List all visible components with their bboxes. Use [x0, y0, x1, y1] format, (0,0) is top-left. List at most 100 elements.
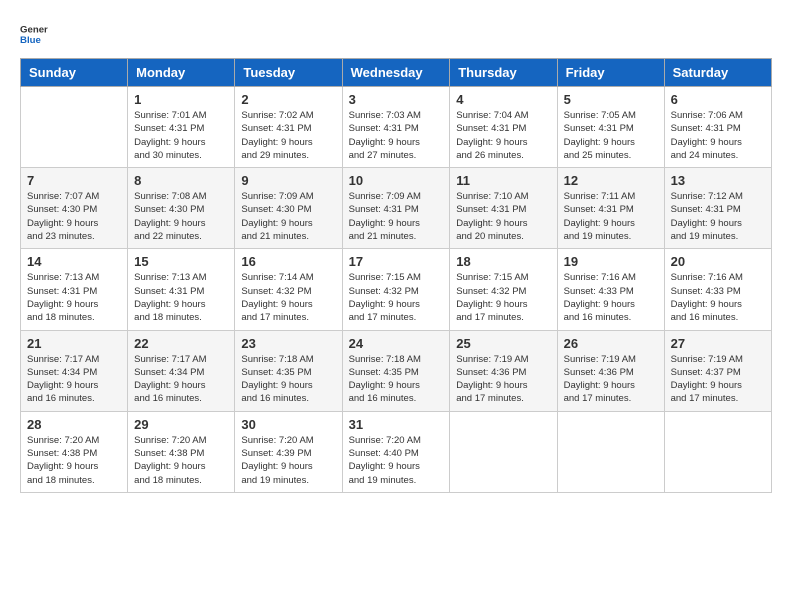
- day-info: Sunrise: 7:16 AM Sunset: 4:33 PM Dayligh…: [671, 271, 765, 324]
- calendar-week-1: 1Sunrise: 7:01 AM Sunset: 4:31 PM Daylig…: [21, 87, 772, 168]
- calendar-cell: [21, 87, 128, 168]
- day-number: 9: [241, 173, 335, 188]
- day-number: 30: [241, 417, 335, 432]
- svg-text:Blue: Blue: [20, 35, 41, 46]
- weekday-header-thursday: Thursday: [450, 59, 557, 87]
- calendar-cell: 31 Sunrise: 7:20 AM Sunset: 4:40 PM Dayli…: [342, 411, 450, 492]
- calendar-cell: 15 Sunrise: 7:13 AM Sunset: 4:31 PM Dayli…: [128, 249, 235, 330]
- day-number: 3: [349, 92, 444, 107]
- day-info: Sunrise: 7:20 AM Sunset: 4:38 PM Dayligh…: [27, 434, 121, 487]
- calendar-cell: [450, 411, 557, 492]
- page-header: GeneralBlue: [20, 20, 772, 48]
- day-info: Sunrise: 7:07 AM Sunset: 4:30 PM Dayligh…: [27, 190, 121, 243]
- weekday-header-friday: Friday: [557, 59, 664, 87]
- day-info: Sunrise: 7:02 AM Sunset: 4:31 PM Dayligh…: [241, 109, 335, 162]
- day-info: Sunrise: 7:08 AM Sunset: 4:30 PM Dayligh…: [134, 190, 228, 243]
- day-info: Sunrise: 7:17 AM Sunset: 4:34 PM Dayligh…: [27, 353, 121, 406]
- calendar-cell: 10 Sunrise: 7:09 AM Sunset: 4:31 PM Dayli…: [342, 168, 450, 249]
- calendar-cell: 2 Sunrise: 7:02 AM Sunset: 4:31 PM Daylig…: [235, 87, 342, 168]
- calendar-cell: 12 Sunrise: 7:11 AM Sunset: 4:31 PM Dayli…: [557, 168, 664, 249]
- calendar-cell: 24Sunrise: 7:18 AM Sunset: 4:35 PM Dayli…: [342, 330, 450, 411]
- day-info: Sunrise: 7:18 AM Sunset: 4:35 PM Dayligh…: [349, 353, 444, 406]
- day-number: 21: [27, 336, 121, 351]
- day-number: 13: [671, 173, 765, 188]
- calendar-cell: 29 Sunrise: 7:20 AM Sunset: 4:38 PM Dayli…: [128, 411, 235, 492]
- day-info: Sunrise: 7:20 AM Sunset: 4:40 PM Dayligh…: [349, 434, 444, 487]
- weekday-header-saturday: Saturday: [664, 59, 771, 87]
- day-number: 29: [134, 417, 228, 432]
- day-number: 14: [27, 254, 121, 269]
- day-info: Sunrise: 7:12 AM Sunset: 4:31 PM Dayligh…: [671, 190, 765, 243]
- calendar-week-4: 21 Sunrise: 7:17 AM Sunset: 4:34 PM Dayli…: [21, 330, 772, 411]
- day-info: Sunrise: 7:18 AM Sunset: 4:35 PM Dayligh…: [241, 353, 335, 406]
- calendar-cell: 22 Sunrise: 7:17 AM Sunset: 4:34 PM Dayli…: [128, 330, 235, 411]
- day-info: Sunrise: 7:15 AM Sunset: 4:32 PM Dayligh…: [349, 271, 444, 324]
- day-number: 16: [241, 254, 335, 269]
- calendar-cell: 18 Sunrise: 7:15 AM Sunset: 4:32 PM Dayli…: [450, 249, 557, 330]
- calendar-cell: 6 Sunrise: 7:06 AM Sunset: 4:31 PM Daylig…: [664, 87, 771, 168]
- calendar-cell: 30Sunrise: 7:20 AM Sunset: 4:39 PM Dayli…: [235, 411, 342, 492]
- calendar-cell: 27 Sunrise: 7:19 AM Sunset: 4:37 PM Dayli…: [664, 330, 771, 411]
- day-number: 8: [134, 173, 228, 188]
- day-info: Sunrise: 7:06 AM Sunset: 4:31 PM Dayligh…: [671, 109, 765, 162]
- day-number: 25: [456, 336, 550, 351]
- day-number: 5: [564, 92, 658, 107]
- day-info: Sunrise: 7:19 AM Sunset: 4:37 PM Dayligh…: [671, 353, 765, 406]
- weekday-header-sunday: Sunday: [21, 59, 128, 87]
- weekday-header-wednesday: Wednesday: [342, 59, 450, 87]
- svg-text:General: General: [20, 24, 48, 35]
- calendar-cell: 7 Sunrise: 7:07 AM Sunset: 4:30 PM Daylig…: [21, 168, 128, 249]
- day-info: Sunrise: 7:15 AM Sunset: 4:32 PM Dayligh…: [456, 271, 550, 324]
- weekday-header-row: SundayMondayTuesdayWednesdayThursdayFrid…: [21, 59, 772, 87]
- day-number: 17: [349, 254, 444, 269]
- day-info: Sunrise: 7:03 AM Sunset: 4:31 PM Dayligh…: [349, 109, 444, 162]
- calendar-cell: 16Sunrise: 7:14 AM Sunset: 4:32 PM Dayli…: [235, 249, 342, 330]
- calendar-cell: 13 Sunrise: 7:12 AM Sunset: 4:31 PM Dayli…: [664, 168, 771, 249]
- calendar-cell: 8 Sunrise: 7:08 AM Sunset: 4:30 PM Daylig…: [128, 168, 235, 249]
- calendar-week-2: 7 Sunrise: 7:07 AM Sunset: 4:30 PM Daylig…: [21, 168, 772, 249]
- day-info: Sunrise: 7:13 AM Sunset: 4:31 PM Dayligh…: [27, 271, 121, 324]
- day-number: 2: [241, 92, 335, 107]
- calendar-week-5: 28 Sunrise: 7:20 AM Sunset: 4:38 PM Dayli…: [21, 411, 772, 492]
- calendar-week-3: 14 Sunrise: 7:13 AM Sunset: 4:31 PM Dayli…: [21, 249, 772, 330]
- day-info: Sunrise: 7:05 AM Sunset: 4:31 PM Dayligh…: [564, 109, 658, 162]
- day-info: Sunrise: 7:13 AM Sunset: 4:31 PM Dayligh…: [134, 271, 228, 324]
- day-number: 31: [349, 417, 444, 432]
- day-info: Sunrise: 7:20 AM Sunset: 4:38 PM Dayligh…: [134, 434, 228, 487]
- day-info: Sunrise: 7:09 AM Sunset: 4:30 PM Dayligh…: [241, 190, 335, 243]
- day-number: 1: [134, 92, 228, 107]
- calendar-cell: 23 Sunrise: 7:18 AM Sunset: 4:35 PM Dayli…: [235, 330, 342, 411]
- calendar-cell: 21 Sunrise: 7:17 AM Sunset: 4:34 PM Dayli…: [21, 330, 128, 411]
- day-info: Sunrise: 7:09 AM Sunset: 4:31 PM Dayligh…: [349, 190, 444, 243]
- calendar-cell: 19Sunrise: 7:16 AM Sunset: 4:33 PM Dayli…: [557, 249, 664, 330]
- day-number: 11: [456, 173, 550, 188]
- day-number: 23: [241, 336, 335, 351]
- calendar-cell: 9 Sunrise: 7:09 AM Sunset: 4:30 PM Daylig…: [235, 168, 342, 249]
- day-number: 28: [27, 417, 121, 432]
- day-number: 10: [349, 173, 444, 188]
- calendar-cell: [557, 411, 664, 492]
- day-info: Sunrise: 7:19 AM Sunset: 4:36 PM Dayligh…: [456, 353, 550, 406]
- calendar-cell: 25 Sunrise: 7:19 AM Sunset: 4:36 PM Dayli…: [450, 330, 557, 411]
- day-info: Sunrise: 7:04 AM Sunset: 4:31 PM Dayligh…: [456, 109, 550, 162]
- day-number: 26: [564, 336, 658, 351]
- weekday-header-monday: Monday: [128, 59, 235, 87]
- calendar-cell: 1Sunrise: 7:01 AM Sunset: 4:31 PM Daylig…: [128, 87, 235, 168]
- calendar-cell: 4Sunrise: 7:04 AM Sunset: 4:31 PM Daylig…: [450, 87, 557, 168]
- day-number: 12: [564, 173, 658, 188]
- day-number: 7: [27, 173, 121, 188]
- calendar-cell: 5 Sunrise: 7:05 AM Sunset: 4:31 PM Daylig…: [557, 87, 664, 168]
- day-number: 6: [671, 92, 765, 107]
- day-number: 27: [671, 336, 765, 351]
- day-info: Sunrise: 7:11 AM Sunset: 4:31 PM Dayligh…: [564, 190, 658, 243]
- calendar-cell: [664, 411, 771, 492]
- weekday-header-tuesday: Tuesday: [235, 59, 342, 87]
- calendar-cell: 11 Sunrise: 7:10 AM Sunset: 4:31 PM Dayli…: [450, 168, 557, 249]
- day-info: Sunrise: 7:17 AM Sunset: 4:34 PM Dayligh…: [134, 353, 228, 406]
- calendar-cell: 26Sunrise: 7:19 AM Sunset: 4:36 PM Dayli…: [557, 330, 664, 411]
- day-number: 22: [134, 336, 228, 351]
- day-number: 18: [456, 254, 550, 269]
- day-number: 15: [134, 254, 228, 269]
- calendar-cell: 17 Sunrise: 7:15 AM Sunset: 4:32 PM Dayli…: [342, 249, 450, 330]
- day-info: Sunrise: 7:10 AM Sunset: 4:31 PM Dayligh…: [456, 190, 550, 243]
